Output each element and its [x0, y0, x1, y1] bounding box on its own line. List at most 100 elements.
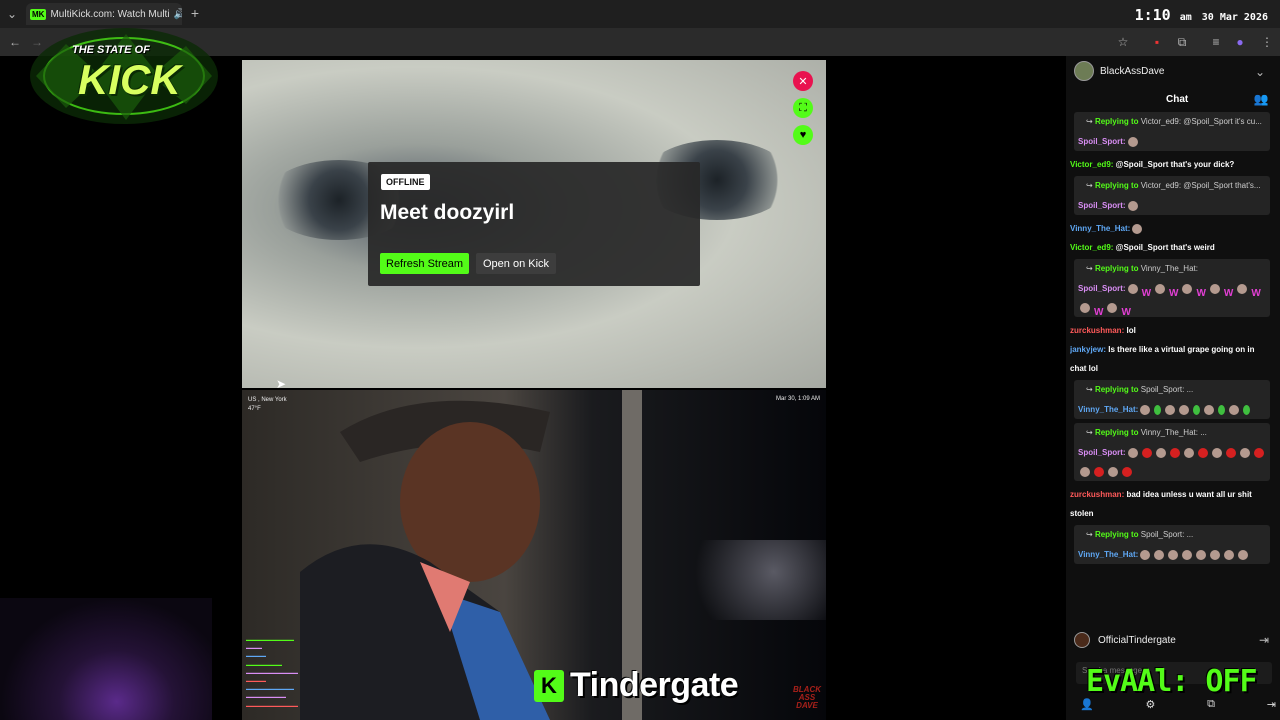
chat-username[interactable]: Vinny_The_Hat: — [1078, 405, 1138, 414]
chat-emote-icon — [1155, 283, 1166, 294]
chat-username[interactable]: Victor_ed9: — [1070, 243, 1113, 252]
chat-emote-icon — [1237, 283, 1248, 294]
chat-emote-icon — [1243, 404, 1251, 415]
chat-emote-icon — [1193, 404, 1201, 415]
watermark-line-3: DAVE — [796, 701, 818, 710]
close-player-icon[interactable]: ✕ — [793, 71, 813, 91]
state-of-kick-logo: THE STATE OF KICK — [26, 24, 222, 128]
chat-username[interactable]: jankyjew: — [1070, 345, 1106, 354]
temperature-text: 47°F — [248, 406, 261, 412]
chat-message[interactable]: zurckushman: lol — [1070, 321, 1270, 340]
chat-username[interactable]: Vinny_The_Hat: — [1070, 224, 1130, 233]
chat-username[interactable]: Victor_ed9: — [1070, 160, 1113, 169]
reply-to-user: Victor_ed9: — [1140, 117, 1182, 126]
reply-context: ↪ Replying to Spoil_Sport: ... — [1086, 385, 1194, 394]
browser-menu-icon[interactable]: ⋮ — [1260, 35, 1274, 49]
clock-date: 30 Mar 2026 — [1201, 12, 1268, 23]
speaker-icon[interactable]: 🔊 — [174, 9, 182, 20]
chat-username[interactable]: Vinny_The_Hat: — [1078, 550, 1138, 559]
reply-label: Replying to — [1094, 385, 1139, 394]
add-user-icon[interactable]: 👤 — [1080, 698, 1094, 711]
chat-reply-message[interactable]: ↪ Replying to Victor_ed9: @Spoil_Sport i… — [1074, 112, 1270, 151]
chat-emote-icon — [1127, 447, 1138, 458]
channel-header[interactable]: BlackAssDave — [1074, 61, 1164, 81]
chat-emote-icon — [1225, 447, 1236, 458]
chat-emote-icon — [1122, 466, 1132, 477]
stream-chat-overlay: ▬▬▬▬▬▬▬▬▬▬▬▬ ▬▬▬▬ ▬▬▬▬▬ ▬▬▬▬▬▬▬▬▬ ▬▬▬▬▬▬… — [246, 637, 298, 708]
chat-message[interactable]: jankyjew: Is there like a virtual grape … — [1070, 340, 1270, 378]
chat-emote-icon — [1211, 447, 1222, 458]
exit-chat-icon[interactable]: ⇥ — [1267, 698, 1276, 711]
new-tab-icon[interactable]: + — [188, 5, 202, 21]
chat-emote-icon — [1179, 404, 1190, 415]
users-icon[interactable]: 👥 — [1254, 92, 1269, 106]
chat-username[interactable]: zurckushman: — [1070, 490, 1124, 499]
pinned-username: OfficialTindergate — [1098, 634, 1176, 646]
caption-text: Tindergate — [570, 666, 739, 704]
settings-gear-icon[interactable]: ⚙ — [1145, 698, 1155, 711]
chat-emote-icon: W — [1196, 287, 1206, 299]
chat-message[interactable]: zurckushman: bad idea unless u want all … — [1070, 485, 1270, 523]
chat-username[interactable]: Spoil_Sport: — [1078, 137, 1126, 146]
chat-emote-icon — [1165, 404, 1176, 415]
tab-search-icon[interactable]: ⌄ — [4, 6, 20, 22]
chevron-down-icon[interactable]: ⌄ — [1254, 65, 1266, 79]
reply-to-user: Vinny_The_Hat: — [1140, 264, 1198, 273]
chat-message[interactable]: Victor_ed9: @Spoil_Sport that's your dic… — [1070, 155, 1270, 174]
chat-emote-icon — [1218, 404, 1226, 415]
chat-emote-icon — [1210, 549, 1221, 560]
chat-emote-icon — [1253, 447, 1264, 458]
caption-overlay: K Tindergate — [534, 666, 739, 705]
favorite-heart-icon[interactable]: ♥ — [793, 125, 813, 145]
media-control-icon[interactable]: ≡ — [1209, 35, 1223, 49]
channel-avatar — [1074, 61, 1094, 81]
chat-emote-icon — [1132, 223, 1143, 234]
reply-label: Replying to — [1094, 530, 1139, 539]
popout-icon[interactable]: ⧉ — [1207, 698, 1215, 711]
chat-emote-icon — [1183, 447, 1194, 458]
back-icon[interactable]: ← — [8, 35, 22, 49]
location-overlay: US , New York 47°F — [248, 396, 287, 414]
kick-favicon-icon: MK — [30, 8, 47, 20]
chat-emote-icon — [1182, 283, 1193, 294]
reply-to-user: Victor_ed9: — [1140, 181, 1182, 190]
chat-message-list: ↪ Replying to Victor_ed9: @Spoil_Sport i… — [1070, 110, 1270, 568]
chat-emote-icon: W — [1169, 287, 1179, 299]
stream-title: Meet doozyirl — [380, 201, 515, 224]
chat-emote-icon — [1224, 549, 1235, 560]
extensions-puzzle-icon[interactable]: ⧉ — [1175, 35, 1189, 49]
chat-emote-icon: W — [1251, 287, 1261, 299]
chat-username[interactable]: zurckushman: — [1070, 326, 1124, 335]
reply-label: Replying to — [1094, 117, 1139, 126]
chat-reply-message[interactable]: ↪ Replying to Spoil_Sport: ... Vinny_The_… — [1074, 525, 1270, 564]
profile-avatar-icon[interactable]: ● — [1233, 35, 1247, 49]
offline-badge: OFFLINE — [381, 174, 430, 190]
logout-icon[interactable]: ⇥ — [1258, 633, 1270, 647]
chat-emote-icon — [1229, 404, 1240, 415]
browser-tab[interactable]: MK MultiKick.com: Watch Multi 🔊 ✕ — [26, 3, 182, 25]
chat-reply-message[interactable]: ↪ Replying to Vinny_The_Hat: ... Spoil_Sp… — [1074, 423, 1270, 481]
fullscreen-icon[interactable]: ⛶ — [793, 98, 813, 118]
bookmark-star-icon[interactable]: ☆ — [1116, 35, 1130, 49]
chat-username[interactable]: Spoil_Sport: — [1078, 201, 1126, 210]
chat-message[interactable]: Vinny_The_Hat: — [1070, 219, 1270, 238]
reply-context: ↪ Replying to Spoil_Sport: ... — [1086, 530, 1194, 539]
chat-reply-message[interactable]: ↪ Replying to Vinny_The_Hat: Spoil_Sport… — [1074, 259, 1270, 317]
chat-username[interactable]: Spoil_Sport: — [1078, 448, 1126, 457]
pinned-user-avatar — [1074, 632, 1090, 648]
chat-reply-message[interactable]: ↪ Replying to Spoil_Sport: ... Vinny_The_… — [1074, 380, 1270, 419]
chat-username[interactable]: Spoil_Sport: — [1078, 284, 1126, 293]
chat-emote-icon — [1182, 549, 1193, 560]
reply-label: Replying to — [1094, 264, 1139, 273]
chat-emote-icon — [1108, 466, 1118, 477]
chat-message[interactable]: Victor_ed9: @Spoil_Sport that's weird — [1070, 238, 1270, 257]
chat-emote-icon — [1140, 549, 1151, 560]
chat-reply-message[interactable]: ↪ Replying to Victor_ed9: @Spoil_Sport t… — [1074, 176, 1270, 215]
chat-emote-icon — [1238, 549, 1249, 560]
open-on-kick-button[interactable]: Open on Kick — [476, 253, 557, 274]
chat-emote-icon — [1107, 302, 1118, 313]
chat-emote-icon — [1080, 466, 1090, 477]
extension-badge-icon[interactable]: ▪ — [1150, 35, 1164, 49]
chat-emote-icon — [1168, 549, 1179, 560]
refresh-stream-button[interactable]: Refresh Stream — [380, 253, 470, 274]
